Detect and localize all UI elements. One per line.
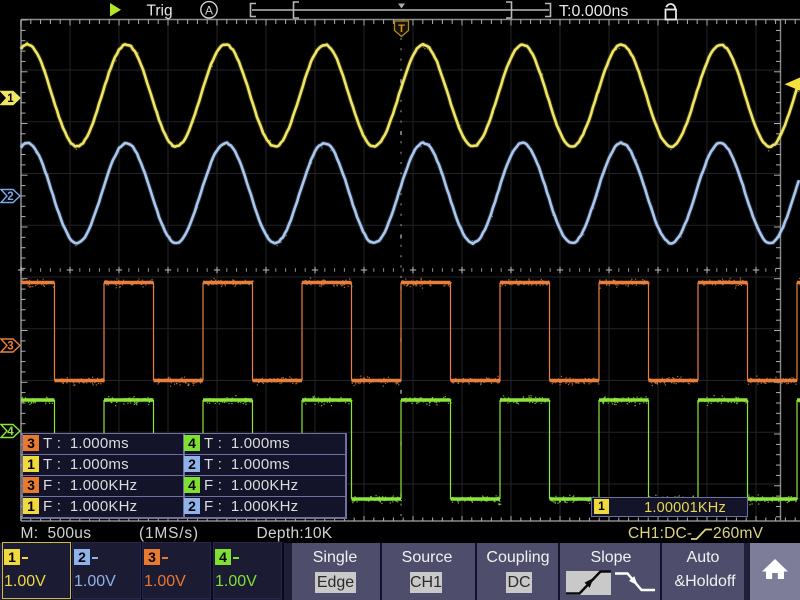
svg-text:T: T <box>398 23 405 35</box>
svg-text:4: 4 <box>7 426 14 438</box>
svg-text:1: 1 <box>7 93 14 105</box>
svg-text:T:0.000ns: T:0.000ns <box>559 3 628 20</box>
svg-text:Trig: Trig <box>147 3 173 20</box>
svg-text:2: 2 <box>7 191 13 203</box>
svg-text:A: A <box>205 3 213 17</box>
svg-text:3: 3 <box>7 341 13 353</box>
